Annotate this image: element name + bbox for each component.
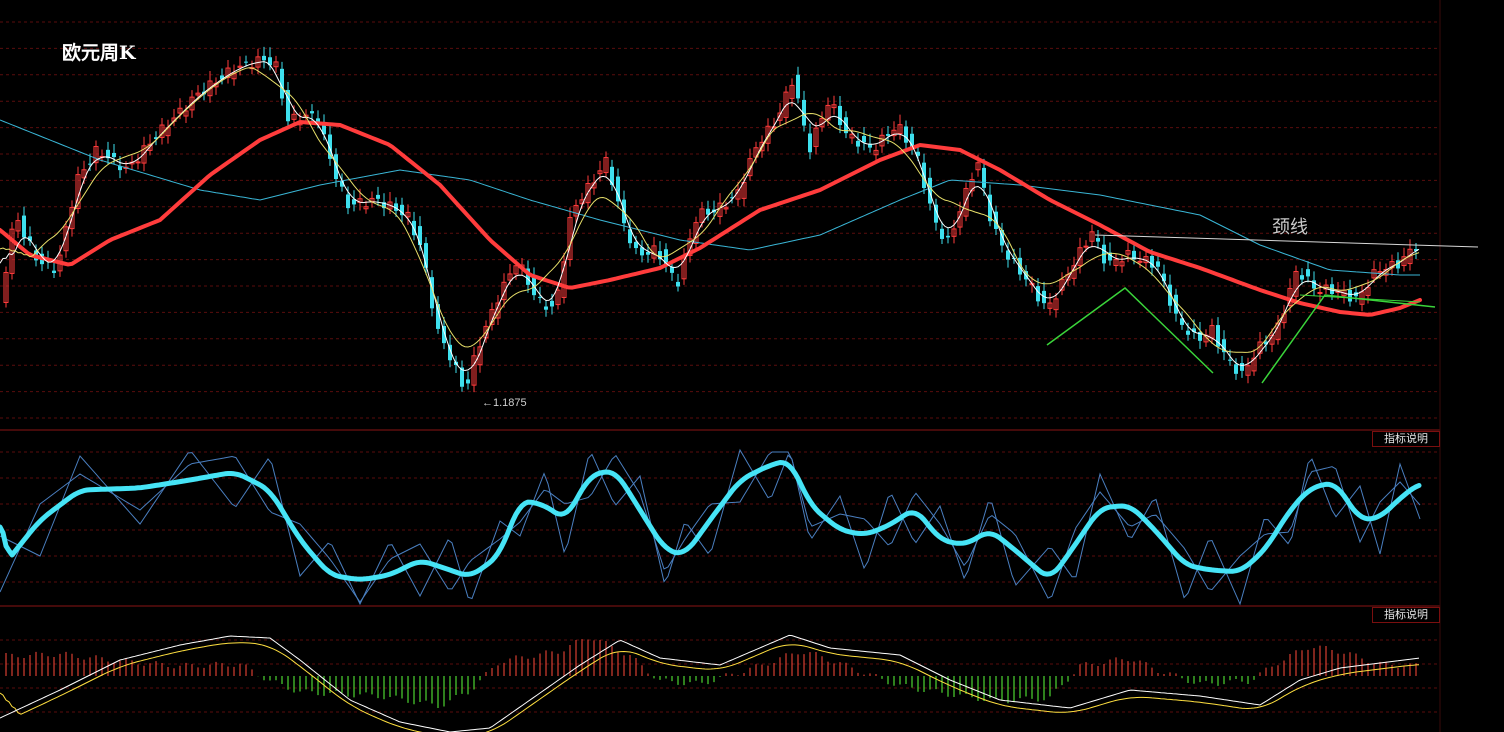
grid-lines [0, 0, 1441, 732]
indicator-help-button-2[interactable]: 指标说明 [1372, 607, 1440, 623]
candle-body [886, 134, 890, 136]
oscillator-fast-line [0, 448, 1421, 606]
candle-body [676, 281, 680, 287]
candle-body [112, 152, 116, 158]
indicator-help-button[interactable]: 指标说明 [1372, 431, 1440, 447]
chart-canvas [0, 0, 1479, 732]
candle-body [940, 228, 944, 239]
ma-fast-line [0, 61, 1420, 372]
chart-title: 欧元周K [62, 42, 136, 64]
candle-body [244, 61, 248, 63]
candle-body [946, 235, 950, 238]
pattern-line-right [1261, 294, 1436, 384]
oscillator-panel [0, 448, 1422, 606]
candle-body [1096, 237, 1100, 242]
candle-body [1083, 245, 1089, 248]
candle-body [418, 226, 422, 246]
ma-slow-line [0, 119, 1420, 276]
low-marker-label: ←1.1875 [482, 397, 527, 409]
candlestick-panel [0, 46, 1479, 393]
candle-body [1300, 275, 1304, 280]
candle-body [1156, 261, 1160, 267]
candle-body [52, 270, 56, 274]
candle-body [1137, 260, 1143, 263]
candle-body [862, 136, 866, 143]
candle-body [904, 126, 908, 143]
candle-body [928, 177, 932, 204]
candle-body [982, 167, 986, 188]
candle-body [544, 306, 548, 310]
candle-body [1348, 289, 1352, 302]
candle-body [1234, 364, 1238, 374]
candle-body [808, 133, 812, 153]
candle-body [1306, 269, 1310, 277]
low-marker-value: 1.1875 [493, 397, 527, 409]
candle-body [466, 379, 470, 384]
candle-body [670, 266, 674, 273]
candle-body [22, 215, 26, 238]
candle-body [1228, 359, 1232, 361]
candle-body [1312, 280, 1316, 289]
candle-body [310, 111, 314, 114]
candle-body [1186, 330, 1190, 335]
macd-dea-line [0, 642, 1420, 732]
candle-body [838, 105, 842, 126]
neckline-label: 颈线 [1272, 217, 1308, 238]
macd-dif-line [0, 634, 1420, 732]
candle-body [1317, 292, 1323, 295]
candle-body [550, 300, 554, 307]
candle-body [796, 74, 800, 99]
candle-body [346, 194, 350, 209]
candle-body [262, 55, 266, 61]
candle-body [376, 194, 380, 199]
candle-body [1240, 363, 1244, 371]
candle-body [856, 140, 860, 147]
candle-body [135, 161, 141, 164]
macd-panel [0, 634, 1420, 732]
